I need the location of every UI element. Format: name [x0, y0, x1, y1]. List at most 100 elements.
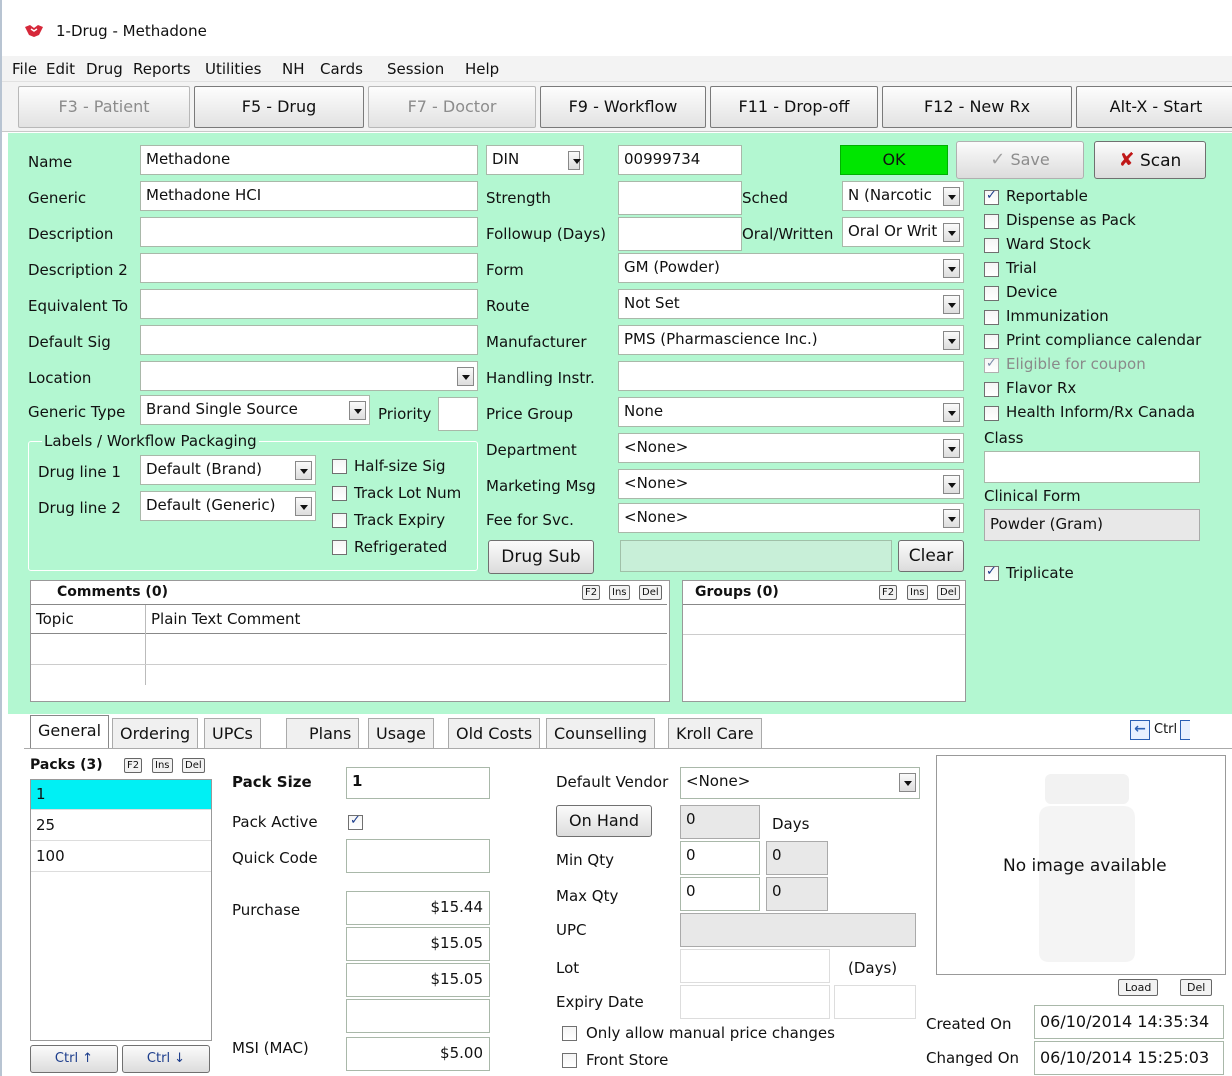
- quick-code-input[interactable]: [346, 839, 490, 873]
- tab-upcs[interactable]: UPCs: [204, 718, 261, 748]
- chevron-down-icon[interactable]: [295, 461, 312, 480]
- min-qty-input[interactable]: 0: [680, 841, 760, 875]
- front-store-checkbox[interactable]: [562, 1053, 577, 1068]
- chevron-down-icon[interactable]: [457, 367, 474, 386]
- list-item[interactable]: 1: [31, 780, 211, 810]
- pack-active-checkbox[interactable]: [348, 813, 363, 830]
- fee-dropdown[interactable]: <None>: [618, 503, 964, 533]
- handling-input[interactable]: [618, 361, 964, 391]
- half-size-sig-checkbox[interactable]: [332, 459, 347, 474]
- default-vendor-dropdown[interactable]: <None>: [680, 767, 920, 799]
- description-input[interactable]: [140, 217, 478, 247]
- msi-input[interactable]: $5.00: [346, 1037, 490, 1071]
- chevron-down-icon[interactable]: [568, 151, 581, 170]
- price-group-dropdown[interactable]: None: [618, 397, 964, 427]
- menu-cards[interactable]: Cards: [320, 60, 363, 78]
- menu-file[interactable]: File: [12, 60, 37, 78]
- chevron-down-icon[interactable]: [943, 295, 960, 314]
- col-plain-text[interactable]: Plain Text Comment: [151, 610, 300, 628]
- menu-nh[interactable]: NH: [282, 60, 305, 78]
- chevron-down-icon[interactable]: [349, 401, 366, 420]
- packs-del-button[interactable]: Del: [182, 758, 205, 773]
- comments-del-button[interactable]: Del: [639, 585, 662, 600]
- chevron-down-icon[interactable]: [295, 497, 312, 516]
- flag-checkbox-4[interactable]: [984, 286, 999, 301]
- strength-input[interactable]: [618, 181, 742, 215]
- menu-drug[interactable]: Drug: [86, 60, 123, 78]
- flag-checkbox-1[interactable]: [984, 214, 999, 229]
- comments-ins-button[interactable]: Ins: [609, 585, 630, 600]
- tab-old-costs[interactable]: Old Costs: [448, 718, 541, 748]
- tab-ordering[interactable]: Ordering: [112, 718, 199, 748]
- tab-counselling[interactable]: Counselling: [546, 718, 656, 748]
- image-del-button[interactable]: Del: [1180, 979, 1213, 996]
- flag-checkbox-8[interactable]: [984, 382, 999, 397]
- flag-checkbox-9[interactable]: [984, 406, 999, 421]
- menu-edit[interactable]: Edit: [46, 60, 75, 78]
- move-up-button[interactable]: Ctrl ↑: [30, 1045, 118, 1073]
- comments-f2-button[interactable]: F2: [582, 585, 601, 600]
- chevron-down-icon[interactable]: [943, 331, 960, 350]
- groups-f2-button[interactable]: F2: [879, 585, 898, 600]
- list-item[interactable]: 25: [31, 811, 211, 841]
- location-dropdown[interactable]: [140, 361, 478, 391]
- oral-written-dropdown[interactable]: Oral Or Writ: [842, 217, 964, 247]
- department-dropdown[interactable]: <None>: [618, 433, 964, 463]
- f7-doctor-button[interactable]: F7 - Doctor: [368, 86, 536, 128]
- tab-usage[interactable]: Usage: [368, 718, 434, 748]
- equivalent-to-input[interactable]: [140, 289, 478, 319]
- marketing-dropdown[interactable]: <None>: [618, 469, 964, 499]
- packs-ins-button[interactable]: Ins: [152, 758, 173, 773]
- drug-line2-dropdown[interactable]: Default (Generic): [140, 491, 316, 521]
- alt-x-start-button[interactable]: Alt-X - Start: [1076, 86, 1232, 128]
- flag-checkbox-2[interactable]: [984, 238, 999, 253]
- list-item[interactable]: 100: [31, 842, 211, 872]
- f5-drug-button[interactable]: F5 - Drug: [194, 86, 364, 128]
- pack-size-input[interactable]: 1: [346, 767, 490, 799]
- lot-input[interactable]: [680, 949, 830, 983]
- default-sig-input[interactable]: [140, 325, 478, 355]
- track-expiry-checkbox[interactable]: [332, 513, 347, 528]
- refrigerated-checkbox[interactable]: [332, 540, 347, 555]
- expiry-date-input[interactable]: [680, 985, 830, 1019]
- flag-checkbox-0[interactable]: [984, 188, 999, 205]
- save-button[interactable]: ✓ Save: [956, 141, 1084, 179]
- flag-checkbox-5[interactable]: [984, 310, 999, 325]
- chevron-down-icon[interactable]: [943, 223, 960, 242]
- form-dropdown[interactable]: GM (Powder): [618, 253, 964, 283]
- move-down-button[interactable]: Ctrl ↓: [122, 1045, 210, 1073]
- groups-ins-button[interactable]: Ins: [907, 585, 928, 600]
- tab-plans[interactable]: Plans: [286, 718, 360, 748]
- chevron-down-icon[interactable]: [943, 259, 960, 278]
- f3-patient-button[interactable]: F3 - Patient: [18, 86, 190, 128]
- name-input[interactable]: Methadone: [140, 145, 478, 175]
- menu-utilities[interactable]: Utilities: [205, 60, 261, 78]
- generic-type-dropdown[interactable]: Brand Single Source: [140, 395, 370, 425]
- description2-input[interactable]: [140, 253, 478, 283]
- chevron-down-icon[interactable]: [943, 403, 960, 422]
- f12-new-rx-button[interactable]: F12 - New Rx: [882, 86, 1072, 128]
- f11-dropoff-button[interactable]: F11 - Drop-off: [710, 86, 878, 128]
- track-lot-checkbox[interactable]: [332, 486, 347, 501]
- chevron-down-icon[interactable]: [899, 773, 916, 792]
- expiry-days-input[interactable]: [834, 985, 916, 1019]
- arrow-right-icon[interactable]: [1180, 720, 1190, 740]
- col-topic[interactable]: Topic: [36, 610, 74, 628]
- on-hand-button[interactable]: On Hand: [556, 805, 652, 837]
- flag-checkbox-3[interactable]: [984, 262, 999, 277]
- clear-button[interactable]: Clear: [898, 540, 964, 572]
- triplicate-checkbox[interactable]: [984, 564, 999, 581]
- drug-line1-dropdown[interactable]: Default (Brand): [140, 455, 316, 485]
- followup-input[interactable]: [618, 217, 742, 251]
- priority-input[interactable]: [438, 397, 478, 431]
- f9-workflow-button[interactable]: F9 - Workflow: [540, 86, 706, 128]
- purchase-cost-1[interactable]: $15.44: [346, 891, 490, 925]
- purchase-cost-2[interactable]: $15.05: [346, 927, 490, 961]
- menu-session[interactable]: Session: [387, 60, 444, 78]
- purchase-cost-4[interactable]: [346, 999, 490, 1033]
- menu-reports[interactable]: Reports: [133, 60, 191, 78]
- drug-sub-field[interactable]: [620, 540, 892, 572]
- chevron-down-icon[interactable]: [943, 187, 960, 206]
- chevron-down-icon[interactable]: [943, 439, 960, 458]
- din-input[interactable]: 00999734: [618, 145, 742, 175]
